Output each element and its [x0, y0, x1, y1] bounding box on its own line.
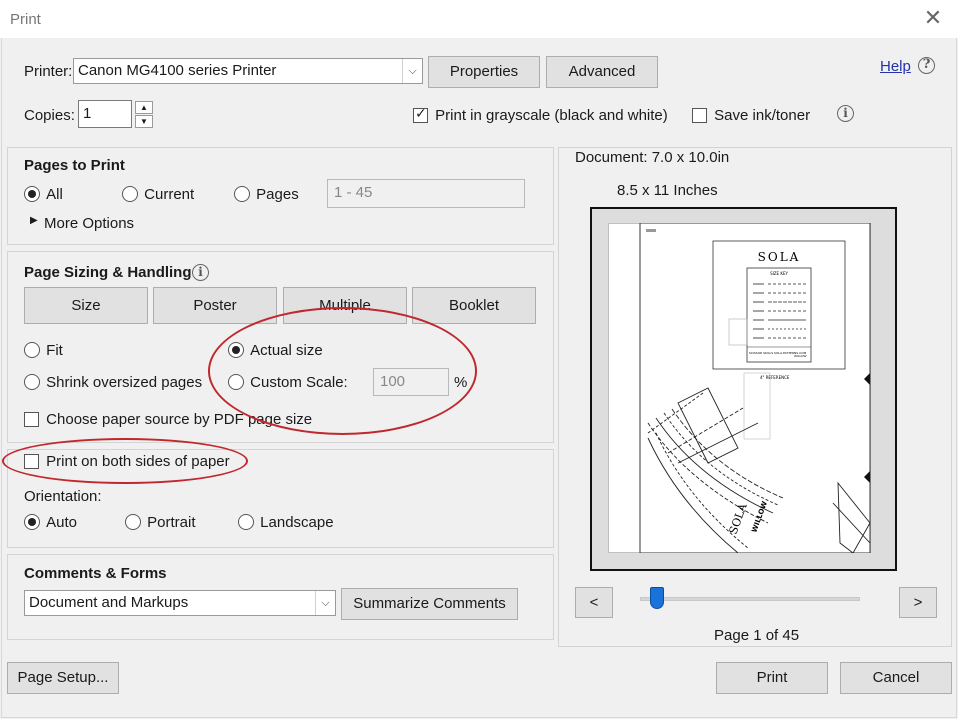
orientation-portrait-radio[interactable]: [125, 514, 141, 531]
grayscale-label: Print in grayscale (black and white): [435, 106, 668, 124]
orientation-landscape-radio[interactable]: [238, 514, 254, 531]
orientation-auto-label: Auto: [46, 513, 78, 531]
poster-button[interactable]: Poster: [153, 287, 277, 324]
booklet-button[interactable]: Booklet: [412, 287, 536, 324]
choose-paper-checkbox[interactable]: [24, 411, 39, 427]
next-page-button[interactable]: >: [899, 587, 937, 618]
print-button[interactable]: Print: [716, 662, 828, 694]
grayscale-checkbox[interactable]: [413, 105, 428, 123]
printer-select-value: Canon MG4100 series Printer: [78, 62, 277, 79]
fit-option[interactable]: Fit: [24, 341, 63, 359]
annotation-ellipse-scale: [208, 307, 477, 435]
printer-label: Printer:: [24, 63, 73, 80]
pages-range-label: Pages: [256, 185, 299, 203]
annotation-ellipse-duplex: [2, 438, 248, 484]
save-ink-label: Save ink/toner: [714, 106, 811, 124]
page-sizing-heading: Page Sizing & Handling: [24, 264, 192, 281]
cancel-button-label: Cancel: [872, 669, 920, 686]
cancel-button[interactable]: Cancel: [840, 662, 952, 694]
more-options-label[interactable]: More Options: [44, 215, 134, 232]
pages-to-print-heading: Pages to Print: [24, 157, 125, 174]
window-title: Print: [10, 11, 41, 28]
copies-down-arrow-icon[interactable]: ▼: [135, 115, 153, 128]
save-ink-option[interactable]: Save ink/toner: [692, 106, 810, 124]
size-key-text: SIZE KEY: [770, 271, 788, 276]
pages-all-option[interactable]: All: [24, 185, 63, 203]
copies-up-arrow-icon[interactable]: ▲: [135, 101, 153, 114]
pages-current-radio[interactable]: [122, 186, 138, 203]
orientation-label: Orientation:: [24, 488, 102, 505]
pages-range-radio[interactable]: [234, 186, 250, 203]
shrink-radio[interactable]: [24, 374, 40, 391]
pages-current-option[interactable]: Current: [122, 185, 194, 203]
orientation-auto-option[interactable]: Auto: [24, 513, 77, 531]
poster-button-label: Poster: [193, 297, 237, 314]
comments-forms-select-value: Document and Markups: [29, 594, 189, 611]
shrink-option[interactable]: Shrink oversized pages: [24, 373, 202, 391]
page-setup-label: Page Setup...: [17, 669, 109, 686]
info-icon[interactable]: i: [837, 105, 854, 122]
pages-range-option[interactable]: Pages: [234, 185, 299, 203]
previous-page-icon: <: [589, 594, 599, 611]
fit-radio[interactable]: [24, 342, 40, 359]
previous-page-button[interactable]: <: [575, 587, 613, 618]
save-ink-checkbox[interactable]: [692, 107, 707, 123]
pages-all-label: All: [46, 185, 63, 203]
page-setup-button[interactable]: Page Setup...: [7, 662, 119, 694]
properties-button-label: Properties: [449, 63, 519, 80]
print-button-label: Print: [756, 669, 788, 686]
expand-triangle-icon[interactable]: ▶: [30, 215, 38, 226]
printer-select[interactable]: Canon MG4100 series Printer ⌵: [73, 58, 423, 84]
copies-label: Copies:: [24, 107, 75, 124]
pattern-brand-text: SOLA: [758, 250, 801, 264]
document-size-label: Document: 7.0 x 10.0in: [575, 149, 730, 166]
size-button-label: Size: [71, 297, 101, 314]
chevron-down-icon[interactable]: ⌵: [315, 591, 335, 615]
pattern-footer-right: WILLOW: [794, 354, 806, 358]
copies-input[interactable]: 1: [78, 100, 132, 128]
help-question-icon[interactable]: ?: [918, 57, 935, 74]
summarize-comments-button[interactable]: Summarize Comments: [341, 588, 518, 620]
comments-forms-heading: Comments & Forms: [24, 565, 167, 582]
page-slider-track[interactable]: [640, 597, 860, 601]
chevron-down-icon[interactable]: ⌵: [402, 59, 422, 83]
pages-all-radio[interactable]: [24, 186, 40, 203]
pages-range-input[interactable]: 1 - 45: [327, 179, 525, 208]
orientation-landscape-label: Landscape: [260, 513, 334, 531]
pages-current-label: Current: [144, 185, 195, 203]
comments-forms-select[interactable]: Document and Markups ⌵: [24, 590, 336, 616]
pattern-reference-text: 4" REFERENCE: [760, 375, 790, 380]
orientation-portrait-label: Portrait: [147, 513, 196, 531]
summarize-comments-label: Summarize Comments: [353, 595, 506, 612]
grayscale-option[interactable]: Print in grayscale (black and white): [413, 105, 668, 124]
properties-button[interactable]: Properties: [428, 56, 540, 88]
booklet-button-label: Booklet: [448, 297, 500, 314]
orientation-portrait-option[interactable]: Portrait: [125, 513, 196, 531]
page-sizing-info-icon[interactable]: i: [192, 264, 209, 281]
fit-label: Fit: [46, 341, 63, 359]
orientation-auto-radio[interactable]: [24, 514, 40, 531]
paper-size-label: 8.5 x 11 Inches: [617, 182, 718, 199]
advanced-button-label: Advanced: [568, 63, 636, 80]
page-indicator: Page 1 of 45: [714, 627, 800, 644]
shrink-label: Shrink oversized pages: [46, 373, 203, 391]
orientation-landscape-option[interactable]: Landscape: [238, 513, 334, 531]
page-slider-thumb[interactable]: [650, 587, 664, 609]
next-page-icon: >: [913, 594, 923, 611]
advanced-button[interactable]: Advanced: [546, 56, 658, 88]
title-bar: [0, 0, 958, 38]
size-button[interactable]: Size: [24, 287, 148, 324]
pattern-preview-graphic: SOLA SIZE KEY SCISSOR SKILLS SOLA.PATTER…: [639, 223, 871, 553]
close-icon[interactable]: ✕: [920, 6, 946, 32]
help-link[interactable]: Help: [880, 58, 911, 75]
